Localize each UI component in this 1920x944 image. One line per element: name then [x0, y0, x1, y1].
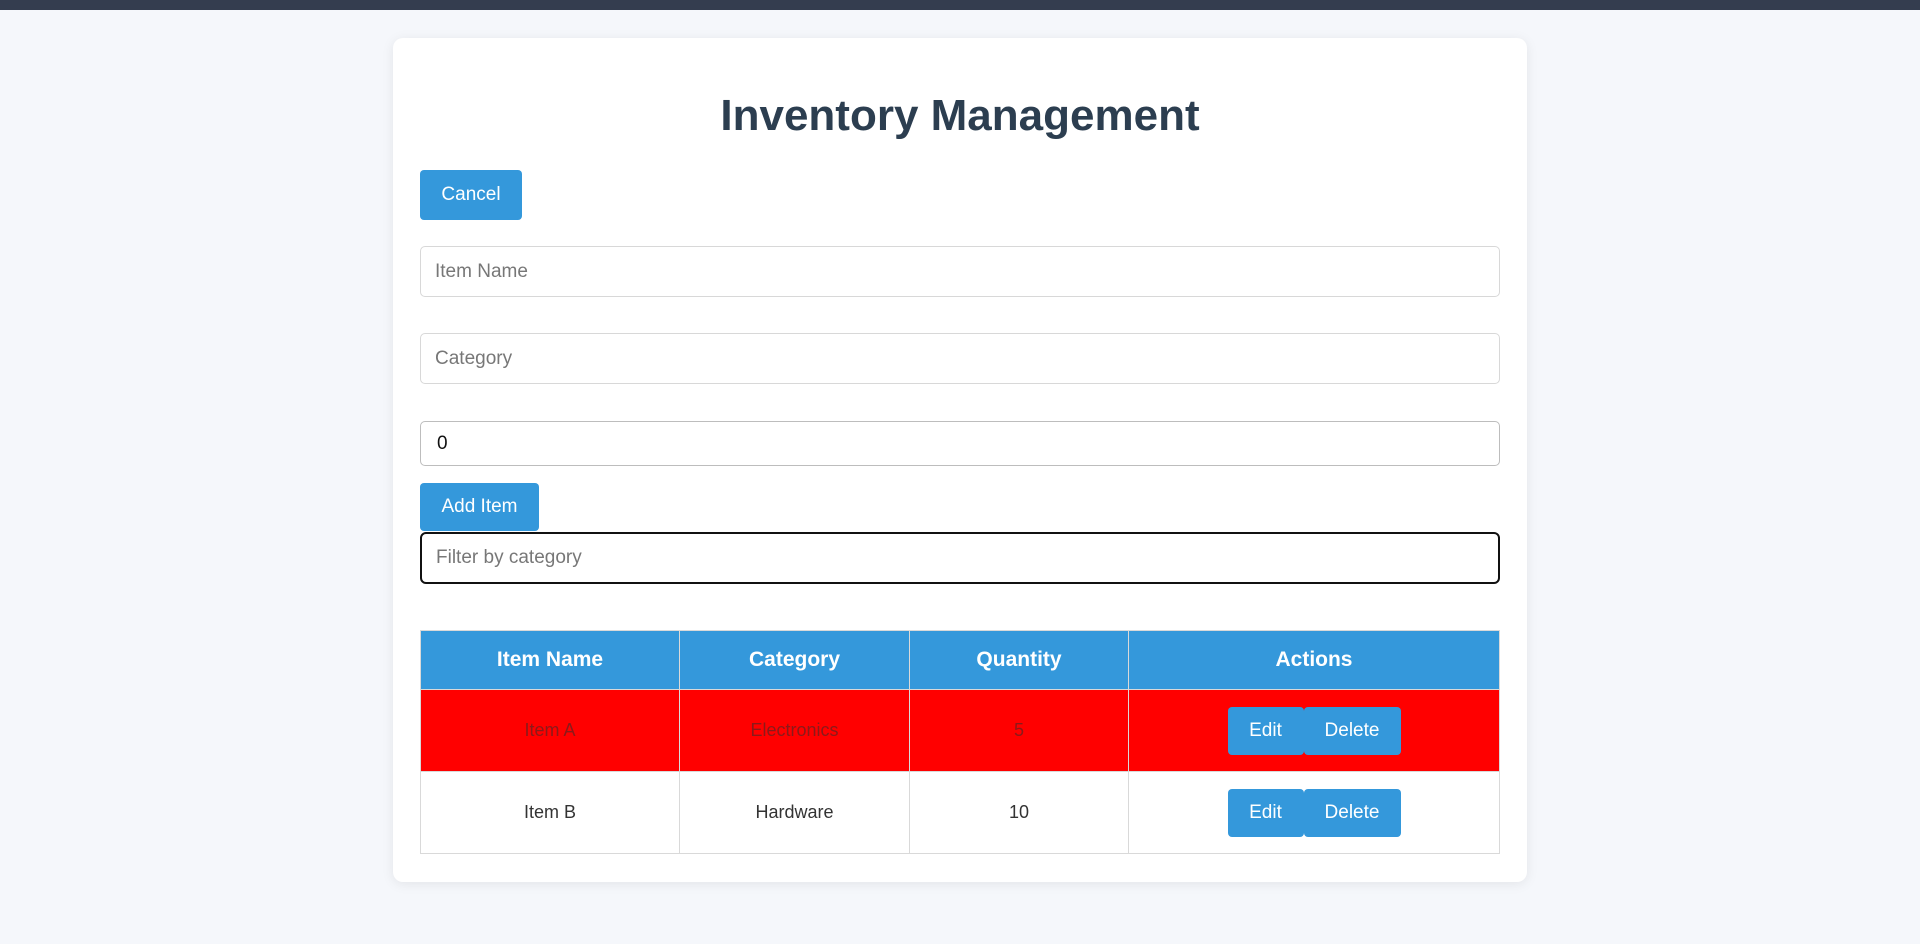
- cell-item-name: Item A: [420, 689, 680, 772]
- inventory-card: Inventory Management Cancel Add Item Ite…: [393, 38, 1527, 882]
- header-item-name: Item Name: [420, 630, 680, 690]
- cell-category: Electronics: [679, 689, 910, 772]
- table-row: Item A Electronics 5 Edit Delete: [420, 689, 1500, 772]
- delete-button[interactable]: Delete: [1303, 788, 1401, 837]
- cell-category: Hardware: [679, 771, 910, 854]
- table-row: Item B Hardware 10 Edit Delete: [420, 771, 1500, 854]
- row-actions: Edit Delete: [1129, 706, 1499, 755]
- cell-quantity: 5: [909, 689, 1129, 772]
- item-name-input[interactable]: [420, 246, 1500, 297]
- page-title: Inventory Management: [720, 91, 1200, 140]
- quantity-input[interactable]: [420, 421, 1500, 466]
- cell-actions: Edit Delete: [1128, 771, 1500, 854]
- header-quantity: Quantity: [909, 630, 1129, 690]
- cell-quantity: 10: [909, 771, 1129, 854]
- top-bar: [0, 0, 1920, 10]
- inventory-table: Item Name Category Quantity Actions Item…: [420, 630, 1500, 854]
- cell-actions: Edit Delete: [1128, 689, 1500, 772]
- edit-button[interactable]: Edit: [1227, 706, 1304, 755]
- filter-category-input[interactable]: [420, 532, 1500, 584]
- delete-button[interactable]: Delete: [1303, 706, 1401, 755]
- row-actions: Edit Delete: [1129, 788, 1499, 837]
- table-header-row: Item Name Category Quantity Actions: [420, 630, 1500, 690]
- add-item-button[interactable]: Add Item: [420, 483, 539, 531]
- category-input[interactable]: [420, 333, 1500, 384]
- edit-button[interactable]: Edit: [1227, 788, 1304, 837]
- cancel-button[interactable]: Cancel: [420, 170, 522, 220]
- header-category: Category: [679, 630, 910, 690]
- cell-item-name: Item B: [420, 771, 680, 854]
- header-actions: Actions: [1128, 630, 1500, 690]
